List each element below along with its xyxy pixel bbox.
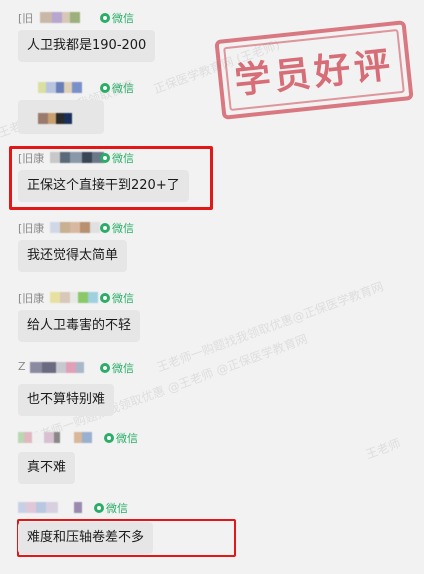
message-bubble: 真不难 xyxy=(18,452,76,484)
stamp-text: 学员好评 xyxy=(232,43,397,103)
message-bubble: 正保这个直接干到220+了 xyxy=(18,170,189,202)
platform-tag: 微信 xyxy=(100,150,134,166)
platform-tag: 微信 xyxy=(100,80,134,96)
platform-label: 微信 xyxy=(112,82,134,95)
sender-name: Z xyxy=(18,360,26,373)
sender-name: [旧康 xyxy=(18,222,45,235)
blurred-name xyxy=(30,362,84,373)
blurred-name xyxy=(40,12,80,23)
message-bubble: 也不算特别难 xyxy=(18,384,115,416)
wechat-icon xyxy=(94,503,104,513)
platform-tag: 微信 xyxy=(100,360,134,376)
platform-label: 微信 xyxy=(112,12,134,25)
wechat-icon xyxy=(100,363,110,373)
wechat-icon xyxy=(100,13,110,23)
wechat-icon xyxy=(100,223,110,233)
blurred-name xyxy=(38,82,82,93)
chat-screenshot: 正保医学教育网 (王老师) 王老师一购题找我领取优惠 王老师一购题找我领取优惠@… xyxy=(0,0,424,574)
wechat-icon xyxy=(100,153,110,163)
wechat-icon xyxy=(100,83,110,93)
sender-name: [旧康 xyxy=(18,292,45,305)
platform-tag: 微信 xyxy=(100,10,134,26)
platform-label: 微信 xyxy=(116,432,138,445)
sender-name: [旧 xyxy=(18,12,34,25)
platform-tag: 微信 xyxy=(100,220,134,236)
platform-label: 微信 xyxy=(112,292,134,305)
message-bubble: 难度和压轴卷差不多 xyxy=(18,522,154,554)
platform-label: 微信 xyxy=(112,152,134,165)
watermark: 王老师一购题找我领取优惠@正保医学教育网 xyxy=(155,279,386,375)
platform-tag: 微信 xyxy=(94,500,128,516)
blurred-name xyxy=(18,502,82,513)
platform-label: 微信 xyxy=(112,222,134,235)
blurred-name xyxy=(50,222,100,233)
platform-tag: 微信 xyxy=(100,290,134,306)
blurred-name xyxy=(50,292,98,303)
message-bubble: 人卫我都是190-200 xyxy=(18,30,156,62)
platform-label: 微信 xyxy=(106,502,128,515)
message-bubble: 我还觉得太简单 xyxy=(18,240,128,272)
review-stamp: 学员好评 xyxy=(214,20,414,120)
blurred-name xyxy=(18,432,92,443)
platform-tag: 微信 xyxy=(104,430,138,446)
watermark: 王老师 xyxy=(363,436,403,462)
wechat-icon xyxy=(100,293,110,303)
blurred-name xyxy=(50,152,104,163)
message-bubble: 给人卫毒害的不轻 xyxy=(18,310,141,342)
platform-label: 微信 xyxy=(112,362,134,375)
wechat-icon xyxy=(104,433,114,443)
sender-name: [旧康 xyxy=(18,152,45,165)
blurred-image-bubble xyxy=(18,100,104,134)
